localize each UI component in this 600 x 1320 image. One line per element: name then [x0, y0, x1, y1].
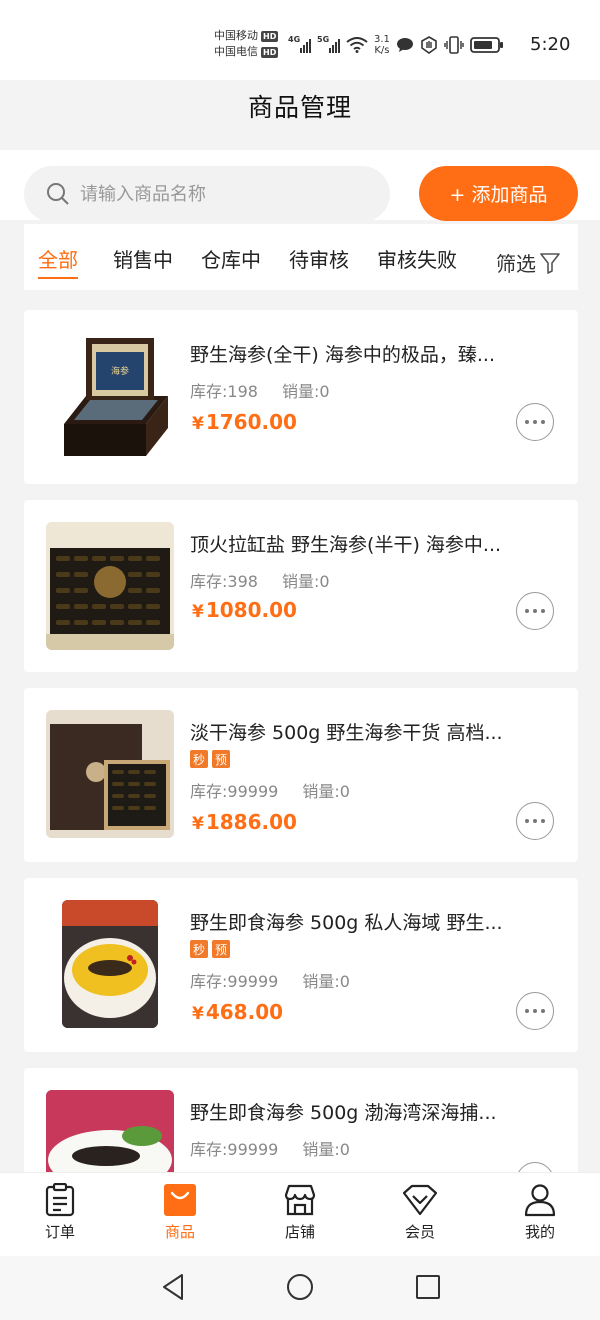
nav-store[interactable]: 店铺: [260, 1183, 340, 1242]
stock-value: 398: [227, 572, 258, 591]
product-image: [62, 900, 158, 1028]
product-card[interactable]: 顶火拉缸盐 野生海参(半干) 海参中... 库存:398 销量:0 ¥1080.…: [24, 500, 578, 672]
page-title: 商品管理: [247, 93, 352, 122]
product-title: 野生即食海参 500g 渤海湾深海捕...: [190, 1102, 497, 1124]
diamond-icon: [402, 1184, 438, 1216]
filter-button[interactable]: 筛选: [496, 248, 560, 277]
back-icon[interactable]: [160, 1272, 188, 1302]
flash-sale-badge: 秒: [190, 750, 208, 768]
stock-value: 198: [227, 382, 258, 401]
product-price: ¥1760.00: [192, 410, 297, 434]
recents-icon[interactable]: [413, 1272, 443, 1302]
product-card[interactable]: 海参 野生海参(全干) 海参中的极品，臻... 库存:198 销量:0 ¥176…: [24, 310, 578, 484]
product-title: 顶火拉缸盐 野生海参(半干) 海参中...: [190, 534, 502, 556]
filter-label: 筛选: [496, 252, 536, 276]
product-stats: 库存:99999 销量:0: [190, 1140, 350, 1159]
more-options-button[interactable]: [516, 403, 554, 441]
add-product-button[interactable]: + 添加商品: [419, 166, 578, 221]
product-stats: 库存:398 销量:0: [190, 572, 330, 591]
nav-products[interactable]: 商品: [140, 1183, 220, 1242]
store-icon: [284, 1184, 316, 1216]
product-title: 野生海参(全干) 海参中的极品，臻...: [190, 344, 495, 366]
carrier-2: 中国电信: [214, 45, 258, 58]
search-box[interactable]: [24, 166, 390, 222]
add-product-label: + 添加商品: [449, 184, 548, 206]
more-options-button[interactable]: [516, 1162, 554, 1172]
clock: 5:20: [530, 34, 571, 55]
presale-badge: 预: [212, 940, 230, 958]
search-icon: [47, 183, 69, 205]
stock-value: 99999: [227, 1140, 279, 1159]
more-options-button[interactable]: [516, 592, 554, 630]
status-bar: 中国移动 HD 中国电信 HD 4G 5G 3.1 K/s 5:20: [0, 0, 600, 80]
carrier-info: 中国移动 HD 中国电信 HD: [214, 28, 279, 60]
product-badges: 秒 预: [190, 750, 230, 768]
product-title: 野生即食海参 500g 私人海域 野生...: [190, 912, 503, 934]
product-stats: 库存:99999 销量:0: [190, 782, 350, 801]
hd-badge: HD: [261, 30, 279, 42]
flash-sale-badge: 秒: [190, 940, 208, 958]
product-image: [46, 1090, 174, 1172]
hd-badge: HD: [261, 46, 279, 58]
svg-text:海参: 海参: [111, 365, 129, 377]
sales-value: 0: [319, 382, 330, 401]
status-icons: 4G 5G 3.1 K/s: [288, 30, 504, 60]
product-card[interactable]: 野生即食海参 500g 渤海湾深海捕... 库存:99999 销量:0: [24, 1068, 578, 1172]
product-image: [46, 710, 174, 838]
bottom-nav: 订单 商品 店铺 会员 我的: [0, 1172, 600, 1256]
product-image: [46, 522, 174, 650]
home-icon[interactable]: [285, 1272, 315, 1302]
battery-icon: [470, 37, 503, 53]
tab-pending-review[interactable]: 待审核: [289, 244, 349, 273]
product-price: ¥1080.00: [192, 598, 297, 622]
shopping-bag-icon: [164, 1184, 196, 1216]
system-navigation-bar: [0, 1256, 600, 1320]
tab-review-failed[interactable]: 审核失败: [377, 244, 457, 273]
product-image: 海参: [46, 334, 174, 462]
wifi-icon: [346, 37, 368, 53]
search-row: + 添加商品: [0, 150, 600, 222]
tab-all[interactable]: 全部: [38, 244, 78, 279]
nav-mine-label: 我的: [524, 1223, 555, 1241]
more-options-button[interactable]: [516, 802, 554, 840]
clipboard-icon: [45, 1183, 75, 1217]
sales-value: 0: [339, 782, 350, 801]
nav-members-label: 会员: [404, 1223, 435, 1241]
nav-mine[interactable]: 我的: [500, 1183, 580, 1242]
signal-icon: 5G: [317, 35, 340, 53]
message-icon: [396, 38, 413, 52]
product-price: ¥468.00: [192, 1000, 284, 1024]
product-card[interactable]: 野生即食海参 500g 私人海域 野生... 秒 预 库存:99999 销量:0…: [24, 878, 578, 1052]
tab-warehouse[interactable]: 仓库中: [201, 244, 261, 273]
product-title: 淡干海参 500g 野生海参干货 高档...: [190, 722, 503, 744]
tab-on-sale[interactable]: 销售中: [113, 244, 173, 273]
nav-orders[interactable]: 订单: [20, 1183, 100, 1242]
nav-orders-label: 订单: [44, 1223, 75, 1241]
nav-store-label: 店铺: [284, 1223, 315, 1241]
product-stats: 库存:198 销量:0: [190, 382, 330, 401]
product-badges: 秒 预: [190, 940, 230, 958]
sales-value: 0: [339, 972, 350, 991]
presale-badge: 预: [212, 750, 230, 768]
sales-value: 0: [339, 1140, 350, 1159]
vibrate-icon: [444, 36, 464, 54]
status-tabs: 全部 销售中 仓库中 待审核 审核失败 筛选: [24, 224, 578, 290]
carrier-1: 中国移动: [214, 29, 258, 42]
network-speed: 3.1 K/s: [374, 34, 390, 56]
product-card[interactable]: 淡干海参 500g 野生海参干货 高档... 秒 预 库存:99999 销量:0…: [24, 688, 578, 862]
sales-value: 0: [319, 572, 330, 591]
filter-icon: [540, 252, 560, 274]
product-price: ¥1886.00: [192, 810, 297, 834]
product-stats: 库存:99999 销量:0: [190, 972, 350, 991]
hand-icon: [421, 36, 437, 54]
nav-members[interactable]: 会员: [380, 1183, 460, 1242]
stock-value: 99999: [227, 972, 279, 991]
user-icon: [524, 1184, 556, 1217]
signal-icon: 4G: [288, 35, 311, 53]
nav-products-label: 商品: [164, 1223, 195, 1241]
search-input[interactable]: [80, 183, 340, 205]
more-options-button[interactable]: [516, 992, 554, 1030]
stock-value: 99999: [227, 782, 279, 801]
